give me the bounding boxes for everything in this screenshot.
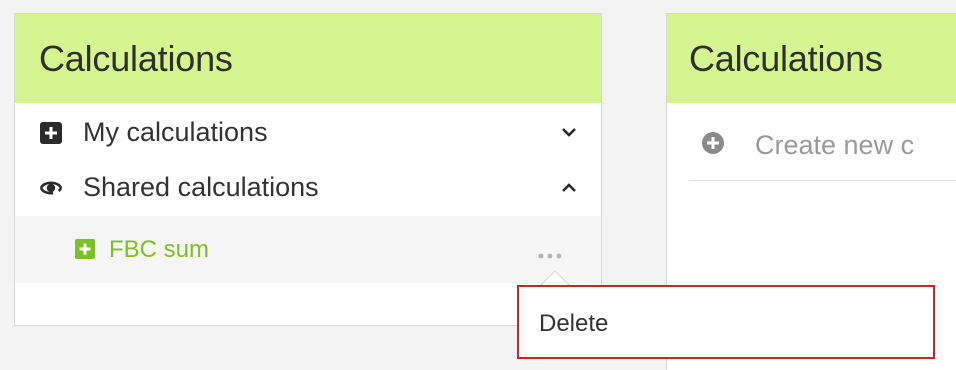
chevron-down-icon[interactable] — [561, 125, 577, 139]
delete-menu-item[interactable]: Delete — [539, 310, 608, 338]
create-new-calculation-button[interactable]: Create new c — [689, 104, 956, 181]
list-item-fbc-sum[interactable]: FBC sum — [15, 216, 601, 283]
plus-box-icon — [40, 122, 62, 144]
context-menu: Delete — [517, 285, 935, 359]
create-new-label: Create new c — [755, 130, 915, 160]
panel-header: Calculations — [15, 14, 601, 103]
plus-box-icon — [75, 239, 95, 259]
nav-item-shared-calculations[interactable]: Shared calculations — [15, 162, 601, 214]
more-dots-icon[interactable] — [538, 252, 562, 260]
panel-header: Calculations — [667, 14, 956, 103]
nav-item-label: Shared calculations — [83, 172, 319, 202]
panel-title: Calculations — [39, 37, 233, 79]
list-item-label[interactable]: FBC sum — [109, 236, 209, 264]
shared-eye-icon — [38, 175, 64, 201]
plus-circle-icon — [701, 131, 725, 155]
calculations-panel-left: Calculations My calculations Shared calc… — [14, 13, 602, 326]
panel-title: Calculations — [689, 37, 883, 79]
nav-item-label: My calculations — [83, 117, 268, 147]
nav-item-my-calculations[interactable]: My calculations — [15, 107, 601, 159]
chevron-up-icon[interactable] — [561, 181, 577, 195]
